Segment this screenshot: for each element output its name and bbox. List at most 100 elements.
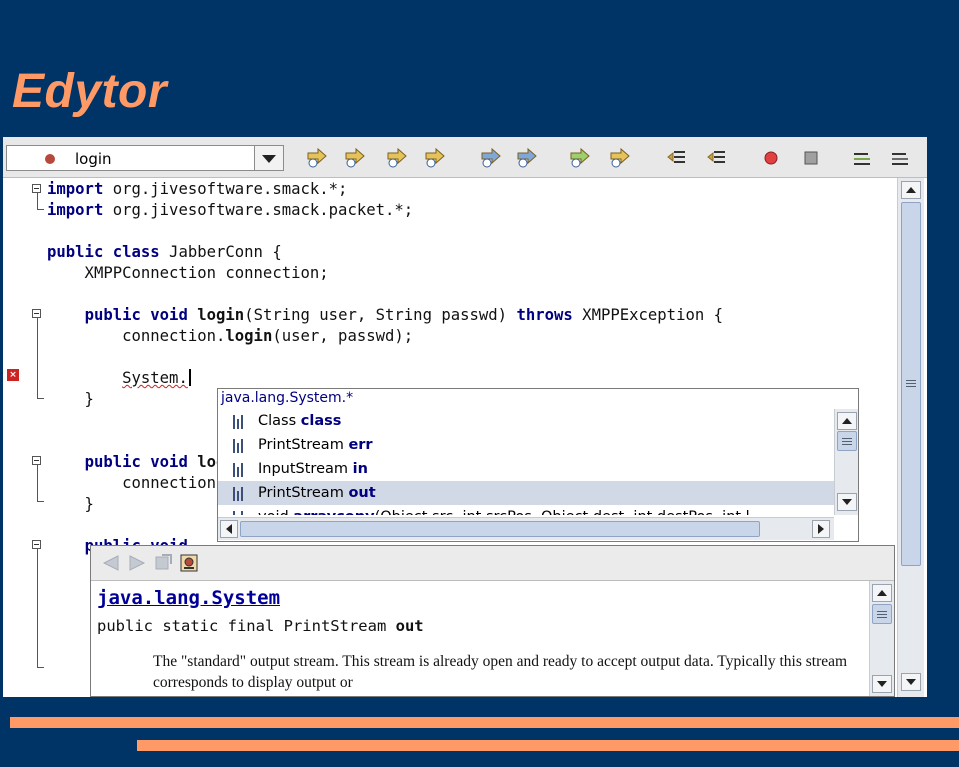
completion-params: (Object src, int srcPos, Object dest, in… (375, 509, 750, 515)
javadoc-popup: java.lang.System public static final Pri… (90, 545, 895, 697)
scroll-up-icon[interactable] (872, 584, 892, 602)
code-token: (String user, String passwd) (244, 306, 517, 324)
code-token: import (47, 180, 104, 198)
fold-collapse-icon[interactable] (32, 456, 41, 465)
description-text: The "standard" output stream. This strea… (153, 653, 848, 691)
completion-type: Class (258, 413, 301, 429)
grip-line (842, 444, 852, 445)
shift-left-icon[interactable] (666, 147, 688, 169)
scroll-down-icon[interactable] (901, 673, 921, 691)
code-token: connection. (47, 327, 226, 345)
completion-hscrollbar[interactable] (218, 517, 834, 540)
scroll-up-icon[interactable] (901, 181, 921, 199)
fold-guide (37, 318, 38, 398)
completion-signature: Class class (258, 409, 341, 433)
code-token: org.jivesoftware.smack.*; (103, 180, 348, 198)
uncomment-icon[interactable] (889, 147, 911, 169)
code-line: XMPPConnection connection; (47, 263, 329, 284)
code-token: } (47, 495, 94, 513)
open-browser-icon[interactable] (179, 554, 199, 572)
code-token: public void (84, 453, 188, 471)
completion-name: in (352, 461, 368, 477)
completion-header: java.lang.System.* (221, 390, 354, 406)
fold-collapse-icon[interactable] (32, 309, 41, 318)
slide-title: Edytor (12, 65, 168, 118)
find-next-icon[interactable] (386, 147, 408, 169)
completion-list: Class class PrintStream err InputStream in… (218, 409, 834, 515)
find-selection-icon[interactable] (306, 147, 328, 169)
completion-signature: void arraycopy(Object src, int srcPos, O… (258, 505, 750, 515)
fold-guide (37, 193, 38, 209)
javadoc-scrollbar[interactable] (869, 581, 894, 696)
grip-line (842, 441, 852, 442)
scroll-right-icon[interactable] (812, 520, 830, 538)
code-token: login (225, 327, 273, 345)
scroll-down-icon[interactable] (837, 493, 857, 511)
code-token: connection. (47, 474, 226, 492)
scroll-up-icon[interactable] (837, 412, 857, 430)
forward-icon[interactable] (127, 554, 147, 572)
grip-line (906, 383, 916, 384)
navigator-combo[interactable]: login (6, 145, 284, 171)
class-link[interactable]: java.lang.System (97, 587, 280, 609)
navigator-value: login (75, 150, 112, 168)
scroll-thumb[interactable] (872, 604, 892, 624)
find-previous-icon[interactable] (344, 147, 366, 169)
code-line: public class JabberConn { (47, 242, 282, 263)
shift-right-icon[interactable] (706, 147, 728, 169)
javadoc-body: java.lang.System public static final Pri… (91, 581, 869, 696)
signature-prefix: public static final PrintStream (97, 617, 396, 635)
stop-macro-icon[interactable] (800, 147, 822, 169)
scroll-thumb[interactable] (240, 521, 760, 537)
scroll-thumb[interactable] (901, 202, 921, 566)
member-signature: public static final PrintStream out (97, 617, 424, 635)
scroll-down-icon[interactable] (872, 675, 892, 693)
comment-icon[interactable] (851, 147, 873, 169)
completion-type: PrintStream (258, 485, 349, 501)
code-completion-popup: java.lang.System.* Class class PrintStrea… (217, 388, 859, 542)
code-line: import org.jivesoftware.smack.packet.*; (47, 200, 413, 221)
next-bookmark-icon[interactable] (516, 147, 538, 169)
goto-source-icon[interactable] (153, 554, 173, 572)
field-icon (233, 463, 245, 477)
completion-item[interactable]: PrintStream err (218, 433, 834, 457)
next-error-icon[interactable] (609, 147, 631, 169)
field-icon (233, 487, 245, 501)
completion-signature: PrintStream out (258, 481, 376, 505)
completion-item[interactable]: void arraycopy(Object src, int srcPos, O… (218, 505, 834, 515)
field-icon (233, 415, 245, 429)
code-token: public class (47, 243, 160, 261)
grip-line (906, 380, 916, 381)
start-macro-icon[interactable] (760, 147, 782, 169)
completion-name: out (348, 485, 376, 501)
completion-scrollbar[interactable] (834, 409, 858, 515)
fold-collapse-icon[interactable] (32, 540, 41, 549)
completion-signature: PrintStream err (258, 433, 373, 457)
code-token: public void (84, 306, 188, 324)
code-token: throws (516, 306, 573, 324)
toggle-highlight-icon[interactable] (424, 147, 446, 169)
code-token: } (47, 390, 94, 408)
scroll-thumb[interactable] (837, 431, 857, 451)
scroll-left-icon[interactable] (220, 520, 238, 538)
grip-line (877, 617, 887, 618)
code-token: JabberConn { (159, 243, 282, 261)
completion-item[interactable]: InputStream in (218, 457, 834, 481)
back-icon[interactable] (101, 554, 121, 572)
fold-collapse-icon[interactable] (32, 184, 41, 193)
previous-bookmark-icon[interactable] (480, 147, 502, 169)
code-line: public void login(String user, String pa… (47, 305, 723, 326)
completion-item[interactable]: Class class (218, 409, 834, 433)
code-line: } (47, 494, 94, 515)
toggle-bookmark-icon[interactable] (569, 147, 591, 169)
method-icon (45, 154, 55, 164)
signature-name: out (395, 617, 424, 635)
chevron-down-icon[interactable] (254, 146, 283, 170)
code-token: org.jivesoftware.smack.packet.*; (103, 201, 414, 219)
editor-scrollbar[interactable] (897, 178, 924, 697)
accent-bar (10, 717, 959, 728)
completion-item[interactable]: PrintStream out (218, 481, 834, 505)
error-icon[interactable]: × (7, 369, 19, 381)
